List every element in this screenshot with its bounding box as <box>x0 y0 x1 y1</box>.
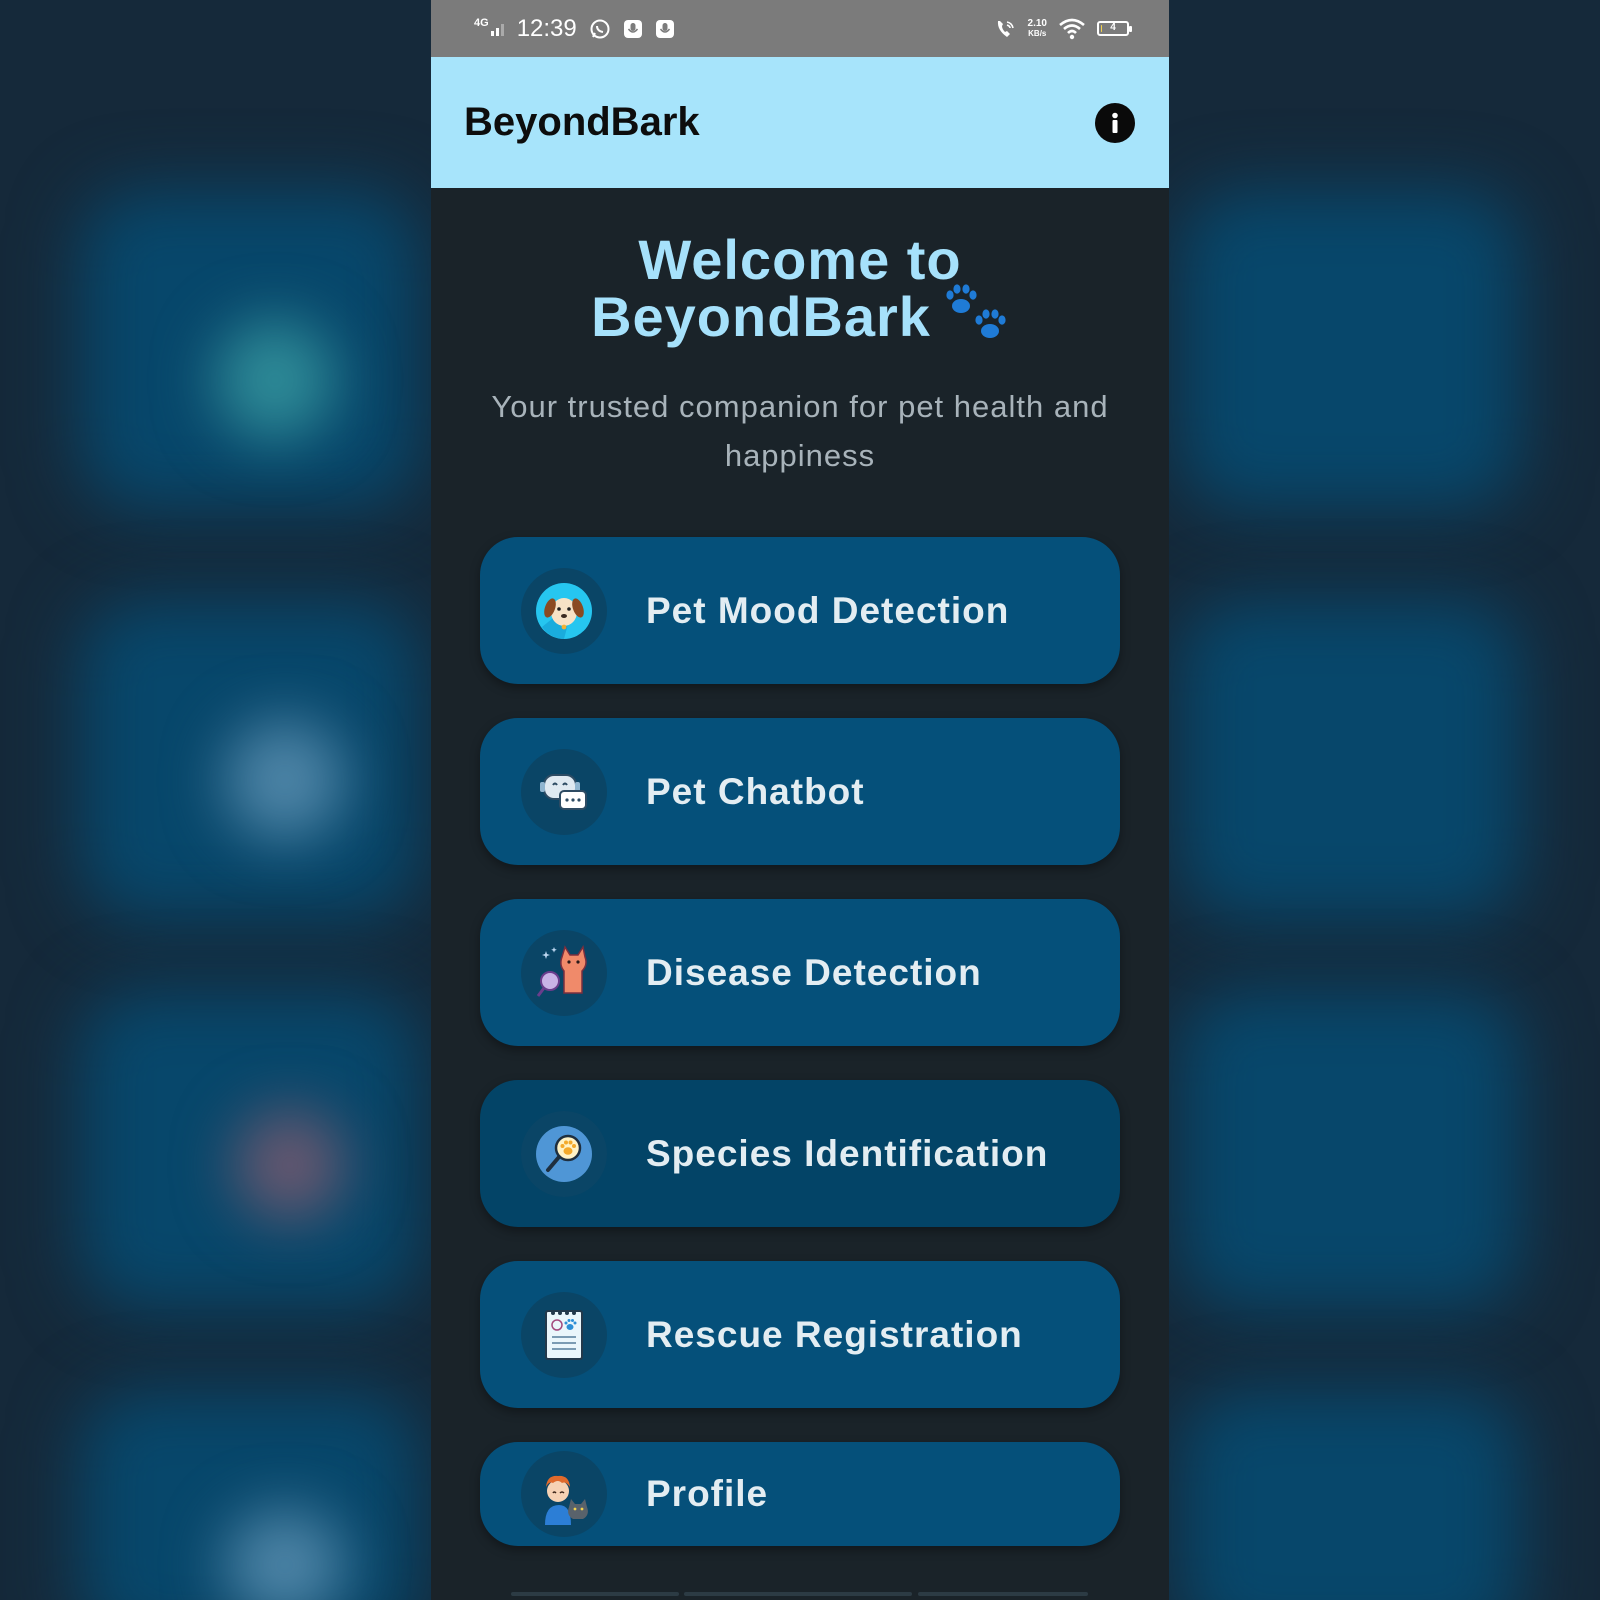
species-identification-button[interactable]: Species Identification <box>480 1080 1120 1227</box>
menu-item-label: Species Identification <box>646 1132 1049 1174</box>
microphone-notification-icon <box>623 19 642 38</box>
wifi-calling-icon <box>997 20 1014 37</box>
menu-item-label: Profile <box>646 1473 769 1514</box>
app-title: BeyondBark <box>464 100 700 144</box>
menu-item-label: Disease Detection <box>646 951 982 993</box>
info-button[interactable] <box>1095 102 1135 143</box>
network-speed: 2.10 KB/s <box>1027 17 1047 38</box>
clock: 12:39 <box>516 14 577 42</box>
menu-item-label: Pet Chatbot <box>646 770 865 812</box>
feature-menu: Pet Mood Detection Pet Chatbot Disease D… <box>480 537 1120 1546</box>
cat-magnifier-icon <box>536 944 587 997</box>
profile-button[interactable]: Profile <box>480 1442 1120 1546</box>
paw-prints-icon <box>946 284 1006 338</box>
bottom-divider <box>511 1592 679 1596</box>
bottom-divider <box>684 1592 912 1596</box>
menu-item-label: Rescue Registration <box>646 1313 1023 1355</box>
phone-screen: 4G 12:39 2.10 KB/s 4 BeyondBark Welcome … <box>431 0 1169 1600</box>
rescue-registration-button[interactable]: Rescue Registration <box>480 1261 1120 1408</box>
status-bar: 4G 12:39 2.10 KB/s 4 <box>431 0 1169 57</box>
pet-mood-detection-button[interactable]: Pet Mood Detection <box>480 537 1120 684</box>
microphone-notification-icon-2 <box>655 19 674 38</box>
app-bar: BeyondBark <box>431 57 1169 188</box>
whatsapp-icon <box>590 19 610 38</box>
pet-chatbot-button[interactable]: Pet Chatbot <box>480 718 1120 865</box>
paw-magnifier-icon <box>536 1125 592 1182</box>
menu-item-label: Pet Mood Detection <box>646 589 1010 631</box>
welcome-section: Welcome to BeyondBark Your trusted compa… <box>431 232 1169 480</box>
battery-icon: 4 <box>1097 21 1132 36</box>
signal-icon <box>490 23 504 36</box>
dog-face-icon <box>536 582 592 639</box>
notepad-paw-icon <box>545 1309 583 1360</box>
info-icon <box>1112 112 1118 133</box>
person-with-cat-icon <box>545 1475 588 1525</box>
welcome-subtitle: Your trusted companion for pet health an… <box>491 389 1109 473</box>
wifi-icon <box>1059 18 1085 39</box>
disease-detection-button[interactable]: Disease Detection <box>480 899 1120 1046</box>
network-type: 4G <box>474 17 489 29</box>
bottom-divider <box>918 1592 1088 1596</box>
welcome-title: Welcome to BeyondBark <box>431 232 1169 345</box>
chatbot-icon <box>540 773 587 810</box>
